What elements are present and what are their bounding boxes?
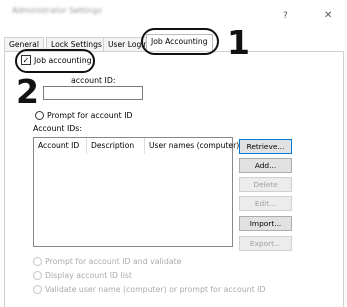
close-button[interactable]: ✕ [324, 10, 332, 21]
display-list-radio [33, 271, 42, 280]
account-ids-label: Account IDs: [33, 124, 82, 133]
validate-user-radio [33, 285, 42, 294]
column-account-id[interactable]: Account ID [34, 138, 86, 154]
prompt-validate-radio [33, 257, 42, 266]
prompt-account-id-radio[interactable] [35, 111, 44, 120]
retrieve-button[interactable]: Retrieve... [239, 139, 292, 154]
validate-user-label: Validate user name (computer) or prompt … [45, 285, 266, 294]
callout-oval-tab [141, 28, 219, 55]
list-header: Account ID Description User names (compu… [34, 138, 239, 154]
callout-number-1: 1 [227, 23, 250, 62]
callout-oval-checkbox [15, 49, 95, 73]
export-button: Export... [239, 236, 292, 251]
account-id-label: account ID: [71, 76, 116, 85]
prompt-account-id-option[interactable]: Prompt for account ID [35, 111, 133, 120]
edit-button: Edit... [239, 196, 292, 211]
title-bar: Administrator Settings ? ✕ [0, 0, 347, 28]
callout-number-2: 2 [16, 72, 39, 111]
validate-user-option: Validate user name (computer) or prompt … [33, 285, 265, 294]
delete-button: Delete [239, 177, 292, 192]
prompt-account-id-label: Prompt for account ID [47, 111, 133, 120]
display-list-label: Display account ID list [45, 271, 132, 280]
prompt-validate-label: Prompt for account ID and validate [45, 257, 182, 266]
window-title: Administrator Settings [12, 6, 102, 15]
prompt-validate-option: Prompt for account ID and validate [33, 257, 181, 266]
column-user-names[interactable]: User names (computer) [144, 138, 239, 154]
column-description[interactable]: Description [86, 138, 144, 154]
account-id-input[interactable] [43, 86, 143, 100]
account-ids-list[interactable]: Account ID Description User names (compu… [33, 137, 239, 247]
help-button[interactable]: ? [283, 11, 288, 21]
add-button[interactable]: Add... [239, 158, 292, 173]
import-button[interactable]: Import... [239, 216, 292, 231]
display-list-option: Display account ID list [33, 271, 132, 280]
